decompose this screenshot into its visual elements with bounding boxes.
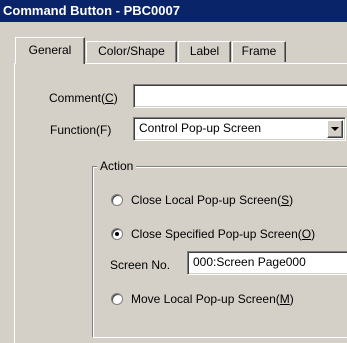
- tab-general-label: General: [28, 43, 72, 57]
- function-label: Function(F): [50, 123, 112, 137]
- screen-no-label: Screen No.: [110, 258, 171, 272]
- comment-input[interactable]: [133, 84, 347, 108]
- function-select[interactable]: Control Pop-up Screen: [133, 117, 346, 141]
- radio-button[interactable]: [111, 293, 123, 305]
- window-title: Command Button - PBC0007: [3, 3, 180, 18]
- tab-strip: General Color/Shape Label Frame: [0, 37, 347, 64]
- radio-move-local-label: Move Local Pop-up Screen(M): [131, 292, 294, 306]
- function-dropdown-button[interactable]: [327, 120, 343, 138]
- comment-label: Comment(C): [49, 91, 118, 105]
- radio-button[interactable]: [111, 194, 123, 206]
- tab-frame-label: Frame: [241, 44, 277, 58]
- radio-button-checked[interactable]: [111, 228, 123, 240]
- tab-general[interactable]: General: [15, 37, 85, 64]
- tab-color-shape[interactable]: Color/Shape: [86, 41, 177, 62]
- radio-close-specified[interactable]: Close Specified Pop-up Screen(O): [111, 226, 315, 242]
- radio-close-local-label: Close Local Pop-up Screen(S): [131, 193, 294, 207]
- tab-label-label: Label: [189, 44, 220, 58]
- chevron-down-icon: [331, 126, 339, 131]
- function-value: Control Pop-up Screen: [139, 121, 262, 135]
- screen-no-value: 000:Screen Page000: [193, 255, 306, 269]
- action-group-legend: Action: [97, 159, 137, 173]
- radio-close-specified-label: Close Specified Pop-up Screen(O): [131, 227, 316, 241]
- tab-color-shape-label: Color/Shape: [98, 44, 165, 58]
- tab-label[interactable]: Label: [178, 41, 231, 62]
- screen-no-input[interactable]: 000:Screen Page000: [187, 251, 347, 275]
- tab-frame[interactable]: Frame: [232, 41, 286, 62]
- window-title-bar[interactable]: Command Button - PBC0007: [0, 0, 347, 22]
- radio-close-local[interactable]: Close Local Pop-up Screen(S): [111, 192, 293, 208]
- radio-move-local[interactable]: Move Local Pop-up Screen(M): [111, 291, 294, 307]
